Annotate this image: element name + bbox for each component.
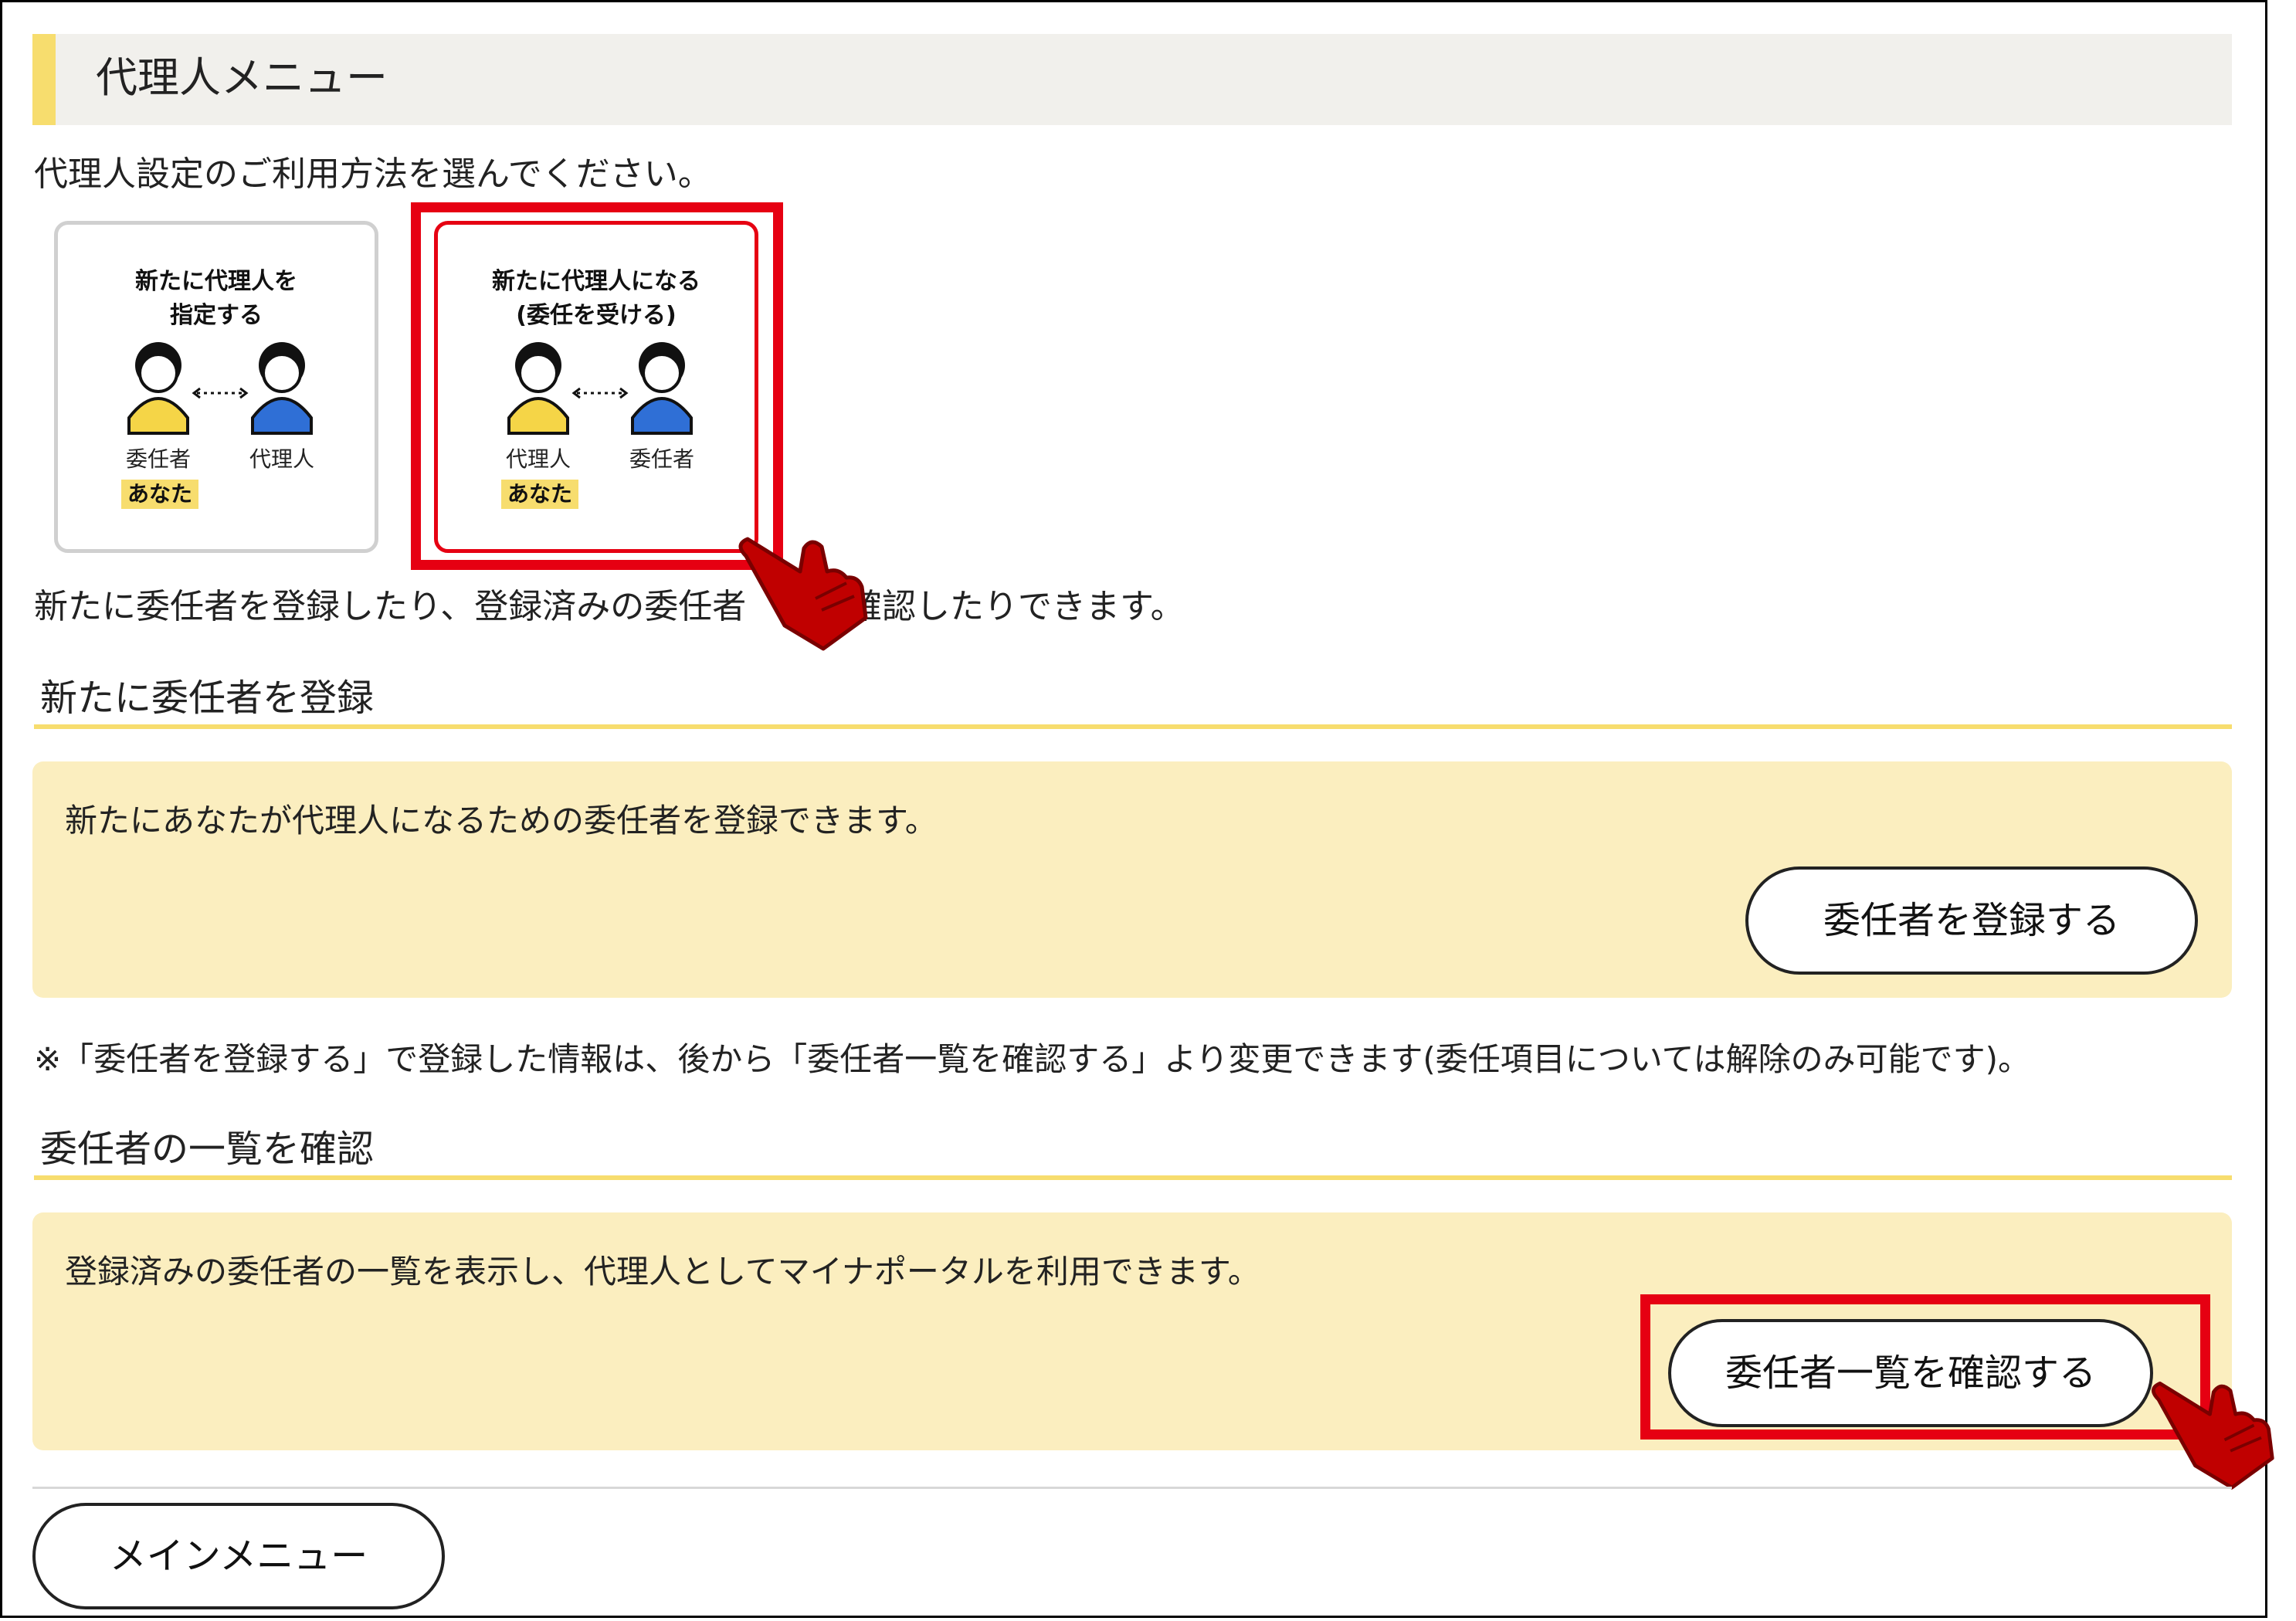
hand-cursor-icon bbox=[2151, 1381, 2274, 1490]
double-arrow-icon bbox=[192, 387, 249, 399]
person-blue-icon bbox=[251, 342, 313, 435]
you-badge: あなた bbox=[121, 480, 199, 509]
delegation-illustration bbox=[127, 342, 313, 435]
description-text-left: 新たに委任者を登録したり、登録済みの委任者 bbox=[34, 587, 747, 626]
right-person-label: 代理人 bbox=[249, 446, 314, 472]
register-delegator-button[interactable]: 委任者を登録する bbox=[1745, 866, 2198, 975]
hand-cursor-icon bbox=[738, 537, 868, 651]
register-section-title: 新たに委任者を登録 bbox=[34, 673, 2232, 729]
list-panel-text: 登録済みの委任者の一覧を表示し、代理人としてマイナポータルを利用できます。 bbox=[65, 1253, 1260, 1290]
register-panel-text: 新たにあなたが代理人になるための委任者を登録できます。 bbox=[65, 802, 938, 839]
main-menu-button[interactable]: メインメニュー bbox=[32, 1503, 445, 1609]
card-highlight-box bbox=[411, 202, 783, 570]
person-yellow-icon bbox=[127, 342, 189, 435]
intro-text: 代理人設定のご利用方法を選んでください。 bbox=[34, 154, 712, 194]
menu-header: 代理人メニュー bbox=[32, 34, 2232, 125]
description-text-right: 確認したりできます。 bbox=[848, 587, 1185, 626]
note-text: ※「委任者を登録する」で登録した情報は、後から「委任者一覧を確認する」より変更で… bbox=[34, 1040, 2031, 1078]
designate-agent-card[interactable]: 新たに代理人を 指定する 委任者 代理人 あなた bbox=[54, 221, 378, 553]
divider bbox=[32, 1487, 2232, 1489]
list-button-highlight-box bbox=[1640, 1294, 2210, 1440]
list-section-title: 委任者の一覧を確認 bbox=[34, 1124, 2232, 1180]
left-person-label: 委任者 bbox=[125, 446, 191, 472]
register-panel: 新たにあなたが代理人になるための委任者を登録できます。 委任者を登録する bbox=[32, 761, 2232, 998]
page-title: 代理人メニュー bbox=[96, 53, 388, 102]
